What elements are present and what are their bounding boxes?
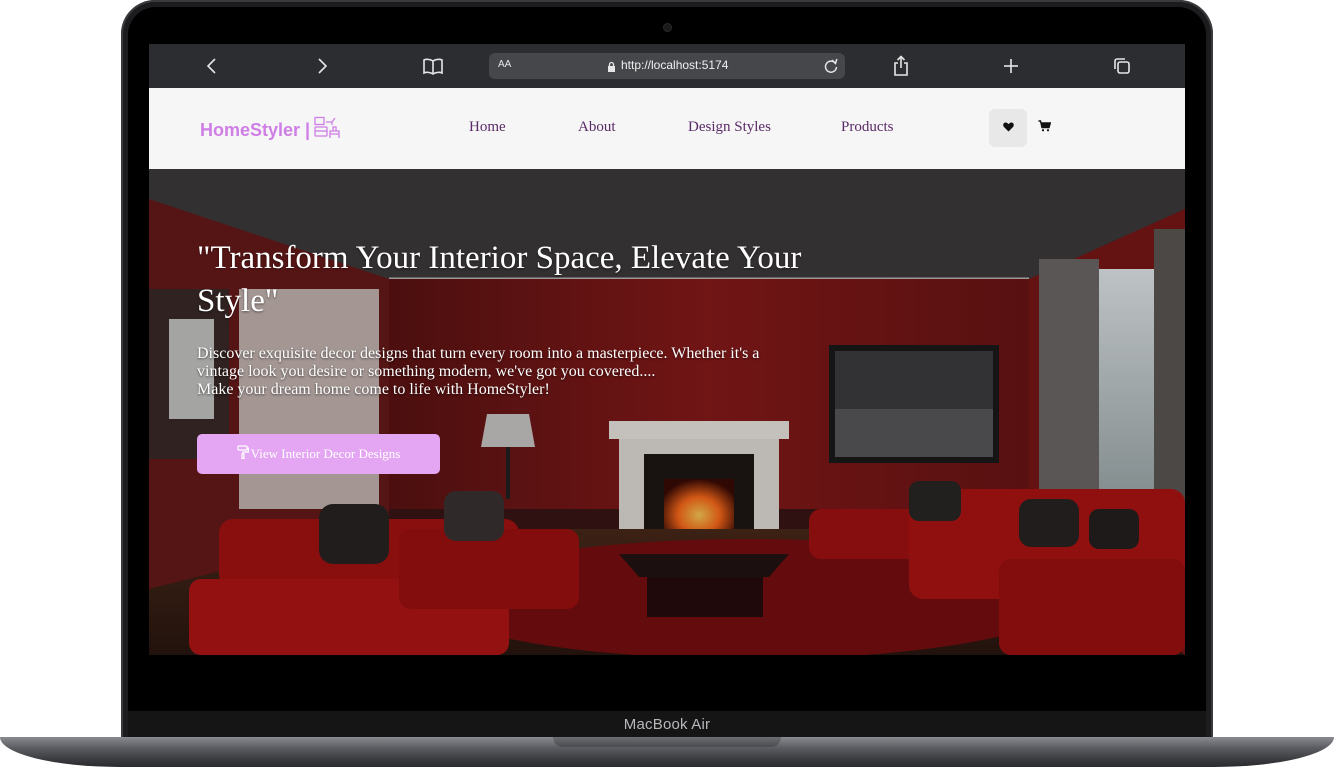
furniture-icon (313, 116, 343, 145)
heart-icon (1002, 119, 1014, 137)
url-text: http://localhost:5174 (621, 58, 729, 72)
back-icon[interactable] (200, 54, 224, 78)
hero-line-2: vintage look you desire or something mod… (197, 363, 656, 380)
hero-line-1: Discover exquisite decor designs that tu… (197, 345, 760, 362)
tabs-icon[interactable] (1110, 54, 1134, 78)
bookmarks-icon[interactable] (421, 54, 445, 78)
nav-design-styles[interactable]: Design Styles (688, 119, 771, 136)
view-designs-button[interactable]: View Interior Decor Designs (197, 434, 440, 474)
wishlist-button[interactable] (989, 109, 1027, 147)
cart-icon (1038, 119, 1051, 137)
share-icon[interactable] (889, 54, 913, 78)
text-size-button[interactable]: AA (498, 59, 511, 70)
hero-section: "Transform Your Interior Space, Elevate … (149, 169, 1185, 655)
browser-toolbar: AA http://localhost:5174 (149, 44, 1185, 88)
laptop-hinge-notch (553, 737, 781, 747)
hero-line-3: Make your dream home come to life with H… (197, 381, 550, 398)
nav-home[interactable]: Home (469, 119, 506, 136)
screen: AA http://localhost:5174 HomeStyler | Ho… (149, 44, 1185, 655)
hero-description: Discover exquisite decor designs that tu… (197, 345, 897, 399)
site-logo[interactable]: HomeStyler | (200, 116, 343, 145)
new-tab-icon[interactable] (999, 54, 1023, 78)
web-page: HomeStyler | Home About Design Styles Pr… (149, 88, 1185, 655)
logo-text: HomeStyler | (200, 120, 311, 140)
paint-roller-icon (237, 445, 249, 463)
cart-button[interactable] (1025, 109, 1063, 147)
device-label: MacBook Air (623, 715, 711, 733)
nav-about[interactable]: About (578, 119, 616, 136)
hero-title: "Transform Your Interior Space, Elevate … (197, 240, 802, 319)
site-navbar: HomeStyler | Home About Design Styles Pr… (149, 88, 1185, 169)
lock-icon (607, 60, 616, 78)
address-bar[interactable]: AA http://localhost:5174 (489, 53, 845, 79)
camera-icon (664, 24, 671, 31)
forward-icon[interactable] (310, 54, 334, 78)
nav-products[interactable]: Products (841, 119, 894, 136)
laptop-chin: MacBook Air (128, 711, 1206, 737)
reload-icon[interactable] (823, 57, 839, 80)
view-designs-label: View Interior Decor Designs (250, 446, 401, 461)
